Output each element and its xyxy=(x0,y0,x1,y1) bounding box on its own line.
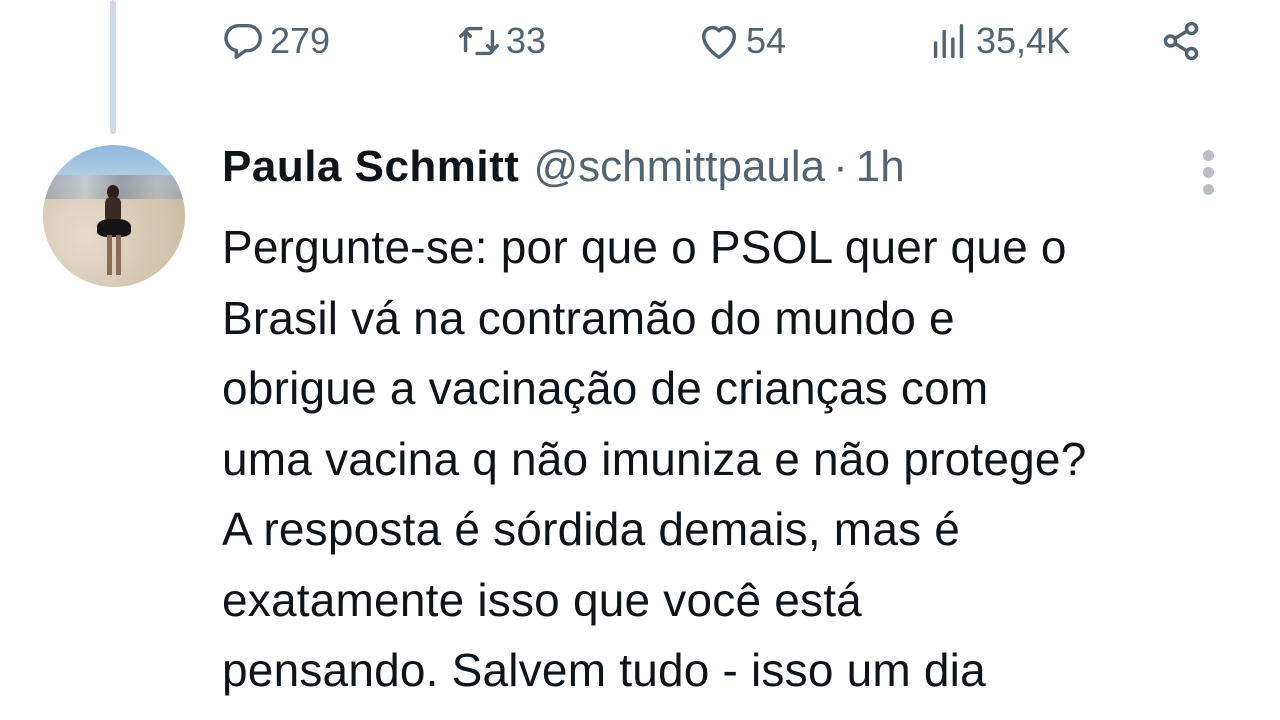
author-name[interactable]: Paula Schmitt xyxy=(222,142,519,192)
more-dot-icon xyxy=(1203,167,1214,178)
author-handle[interactable]: @schmittpaula xyxy=(533,142,825,192)
thread-connector-line xyxy=(110,0,116,134)
retweet-button[interactable]: 33 xyxy=(456,18,546,64)
header-separator: · xyxy=(833,142,848,191)
tweet-body-text: Pergunte-se: por que o PSOL quer que o B… xyxy=(222,221,1087,696)
reply-count: 279 xyxy=(270,20,331,61)
views-count: 35,4K xyxy=(976,20,1071,61)
avatar-person-legs xyxy=(107,235,121,275)
author-avatar[interactable] xyxy=(43,145,185,287)
like-count: 54 xyxy=(746,20,787,61)
share-icon xyxy=(1163,21,1199,61)
more-dot-icon xyxy=(1203,150,1214,161)
tweet-action-bar: 279 33 54 35,4K xyxy=(220,18,1220,78)
tweet-timestamp[interactable]: 1h xyxy=(856,142,905,192)
views-chart-icon xyxy=(933,23,964,59)
retweet-icon xyxy=(459,26,499,56)
tweet-header: Paula Schmitt @schmittpaula · 1h xyxy=(222,142,905,198)
share-button[interactable] xyxy=(1158,18,1208,64)
reply-button[interactable]: 279 xyxy=(220,18,330,64)
like-button[interactable]: 54 xyxy=(696,18,786,64)
heart-icon xyxy=(701,25,737,60)
retweet-count: 33 xyxy=(506,20,547,61)
reply-icon xyxy=(224,23,262,60)
more-dot-icon xyxy=(1203,184,1214,195)
views-button[interactable]: 35,4K xyxy=(926,18,1070,64)
more-options-button[interactable] xyxy=(1196,150,1222,196)
